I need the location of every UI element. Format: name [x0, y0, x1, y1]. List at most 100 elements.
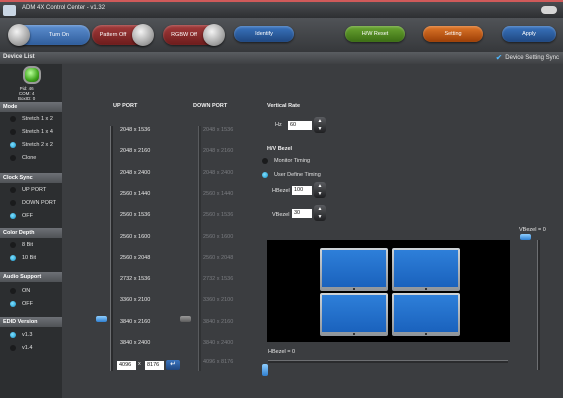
up-port-resolution-item[interactable]: 3840 x 2400: [120, 340, 150, 346]
up-port-resolution-item[interactable]: 2560 x 1600: [120, 234, 150, 240]
down-port-resolution-item[interactable]: 2732 x 1536: [203, 276, 233, 282]
up-port-resolution-item[interactable]: 2048 x 1536: [120, 127, 150, 133]
radio-icon: [10, 155, 16, 161]
down-port-slider-handle[interactable]: [180, 316, 191, 322]
device-info: Pid: 46 COM: 4 BoxID: 0: [18, 86, 35, 101]
radio-selected-icon: [10, 301, 16, 307]
up-port-resolution-item[interactable]: 2560 x 1536: [120, 212, 150, 218]
hbezel-slider-track[interactable]: [268, 360, 508, 363]
radio-icon: [10, 187, 16, 193]
identify-button[interactable]: Identify: [234, 26, 294, 42]
mode-option-stretch-1x2[interactable]: Stretch 1 x 2: [10, 116, 53, 122]
down-port-resolution-item[interactable]: 3360 x 2100: [203, 297, 233, 303]
edid-version-header: EDID Version: [0, 317, 62, 327]
vbezel-slider-track[interactable]: [537, 240, 540, 370]
monitor-preview-1: [320, 248, 388, 291]
radio-icon: [10, 129, 16, 135]
hbezel-label: HBezel: [272, 188, 290, 194]
rgbw-off-button[interactable]: RGBW Off: [163, 24, 225, 46]
enter-icon[interactable]: ↵: [166, 360, 180, 370]
color-option-10bit[interactable]: 10 Bit: [10, 255, 36, 261]
down-port-resolution-item[interactable]: 2048 x 2160: [203, 148, 233, 154]
up-port-resolution-item[interactable]: 2560 x 1440: [120, 191, 150, 197]
monitor-preview-3: [320, 293, 388, 336]
down-port-resolution-item[interactable]: 2048 x 2400: [203, 170, 233, 176]
vbezel-input[interactable]: 30: [292, 209, 312, 218]
color-option-8bit[interactable]: 8 Bit: [10, 242, 33, 248]
clock-option-off[interactable]: OFF: [10, 213, 33, 219]
monitor-timing-option[interactable]: Monitor Timing: [262, 158, 310, 164]
mode-header: Mode: [0, 102, 62, 112]
up-port-resolution-item[interactable]: 2560 x 2048: [120, 255, 150, 261]
down-port-resolution-item[interactable]: 3840 x 2400: [203, 340, 233, 346]
edid-option-v14[interactable]: v1.4: [10, 345, 32, 351]
audio-option-off[interactable]: OFF: [10, 301, 33, 307]
checkmark-icon: ✔: [495, 53, 503, 62]
up-port-slider-track[interactable]: [110, 126, 113, 371]
down-port-resolution-item[interactable]: 3840 x 2160: [203, 319, 233, 325]
apply-button[interactable]: Apply: [502, 26, 556, 42]
down-port-resolution-item[interactable]: 2560 x 1600: [203, 234, 233, 240]
up-port-resolution-item[interactable]: 3840 x 2160: [120, 319, 150, 325]
radio-selected-icon: [10, 255, 16, 261]
down-port-resolution-item[interactable]: 4096 x 8176: [203, 359, 233, 365]
user-define-timing-option[interactable]: User Define Timing: [262, 172, 321, 178]
hz-spinner[interactable]: ▲ ▼: [314, 117, 326, 133]
mode-option-stretch-2x2[interactable]: Stretch 2 x 2: [10, 142, 53, 148]
radio-selected-icon: [10, 332, 16, 338]
pattern-off-button[interactable]: Pattern Off: [92, 24, 154, 46]
audio-option-on[interactable]: ON: [10, 288, 30, 294]
up-port-resolution-item[interactable]: 3360 x 2100: [120, 297, 150, 303]
turn-on-knob-icon: [8, 24, 30, 46]
spin-up-icon[interactable]: ▲: [314, 205, 326, 213]
down-port-resolution-item[interactable]: 2560 x 1536: [203, 212, 233, 218]
sidebar: Pid: 46 COM: 4 BoxID: 0 Mode Stretch 1 x…: [0, 64, 62, 398]
hbezel-input[interactable]: 100: [292, 186, 312, 195]
vbezel-slider-handle[interactable]: [520, 234, 531, 240]
up-port-resolution-item[interactable]: 2048 x 2160: [120, 148, 150, 154]
spin-up-icon[interactable]: ▲: [314, 182, 326, 190]
radio-selected-icon: [262, 172, 268, 178]
device-list-title: Device List: [3, 54, 35, 60]
turn-on-button[interactable]: Turn On: [8, 24, 90, 46]
window-toggle-icon[interactable]: [541, 6, 557, 14]
down-port-resolution-item[interactable]: 2560 x 2048: [203, 255, 233, 261]
up-port-resolution-item[interactable]: 2048 x 2400: [120, 170, 150, 176]
radio-icon: [10, 242, 16, 248]
hz-input[interactable]: 60: [288, 121, 312, 130]
radio-icon: [262, 158, 268, 164]
mode-option-stretch-1x4[interactable]: Stretch 1 x 4: [10, 129, 53, 135]
clock-option-down-port[interactable]: DOWN PORT: [10, 200, 56, 206]
hbezel-spinner[interactable]: ▲ ▼: [314, 182, 326, 198]
vbezel-spinner[interactable]: ▲ ▼: [314, 205, 326, 221]
radio-icon: [10, 116, 16, 122]
spin-down-icon[interactable]: ▼: [314, 190, 326, 198]
down-port-slider-track[interactable]: [198, 126, 201, 371]
hz-label: Hz: [275, 122, 282, 128]
device-sync-toggle[interactable]: ✔ Device Setting Sync: [496, 53, 559, 62]
toolbar: Turn On Pattern Off RGBW Off Identify H/…: [0, 18, 563, 52]
down-port-resolution-item[interactable]: 2560 x 1440: [203, 191, 233, 197]
radio-selected-icon: [10, 213, 16, 219]
device-list-bar: Device List ✔ Device Setting Sync: [0, 52, 563, 64]
hbezel-slider-handle[interactable]: [262, 364, 268, 376]
edid-option-v13[interactable]: v1.3: [10, 332, 32, 338]
clock-option-up-port[interactable]: UP PORT: [10, 187, 46, 193]
spin-up-icon[interactable]: ▲: [314, 117, 326, 125]
hw-reset-button[interactable]: H/W Reset: [345, 26, 405, 42]
title-bar: ADM 4X Control Center - v1.32: [0, 0, 563, 18]
mode-option-clone[interactable]: Clone: [10, 155, 36, 161]
spin-down-icon[interactable]: ▼: [314, 125, 326, 133]
radio-icon: [10, 200, 16, 206]
custom-height-input[interactable]: 8176: [145, 361, 164, 370]
up-port-resolution-item[interactable]: 2732 x 1536: [120, 276, 150, 282]
device-status-led-icon[interactable]: [23, 66, 41, 84]
vbezel-readout: VBezel = 0: [519, 227, 546, 233]
spin-down-icon[interactable]: ▼: [314, 213, 326, 221]
vbezel-label: VBezel: [272, 212, 290, 218]
custom-width-input[interactable]: 4096: [117, 361, 136, 370]
setting-button[interactable]: Setting: [423, 26, 483, 42]
up-port-slider-handle[interactable]: [96, 316, 107, 322]
down-port-resolution-item[interactable]: 2048 x 1536: [203, 127, 233, 133]
bezel-header: H/V Bezel: [267, 146, 293, 152]
